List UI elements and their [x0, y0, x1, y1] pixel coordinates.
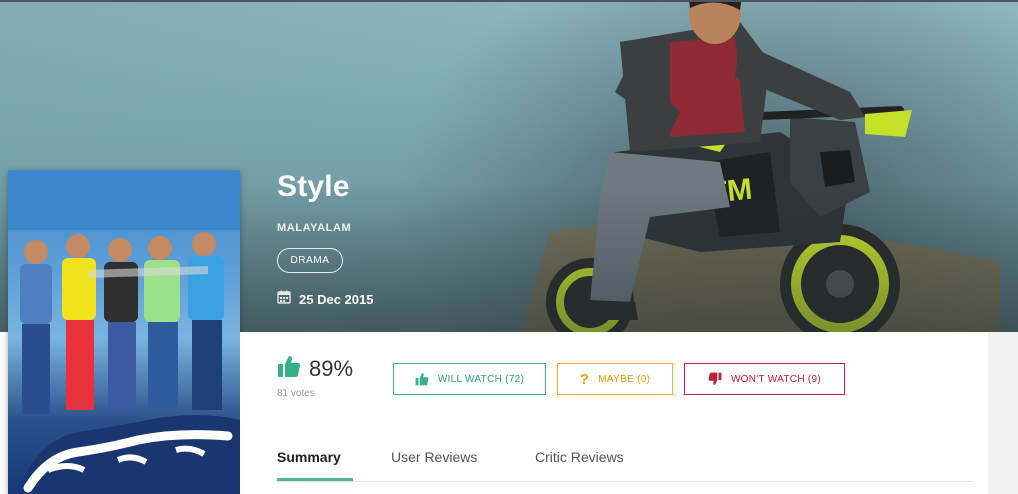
vote-count: 81 votes — [277, 388, 315, 399]
movie-poster — [8, 170, 240, 494]
question-mark-icon: ? — [579, 370, 590, 388]
thumbs-up-icon — [415, 372, 429, 386]
release-date-row: 25 Dec 2015 — [277, 290, 373, 309]
tab-user-reviews[interactable]: User Reviews — [391, 449, 477, 465]
rating-summary: 89% — [277, 354, 353, 383]
maybe-label: MAYBE (0) — [598, 373, 651, 385]
tab-summary[interactable]: Summary — [277, 449, 341, 465]
poster-art — [8, 170, 240, 494]
movie-language: MALAYALAM — [277, 222, 352, 234]
right-gutter — [988, 332, 1018, 494]
will-watch-button[interactable]: WILL WATCH (72) — [393, 363, 546, 395]
active-tab-indicator — [277, 478, 353, 481]
maybe-button[interactable]: ? MAYBE (0) — [557, 363, 673, 395]
movie-title: Style — [277, 170, 350, 203]
tabs-divider — [277, 481, 972, 482]
rating-percentage: 89% — [309, 355, 354, 381]
wont-watch-label: WON'T WATCH (9) — [730, 373, 822, 385]
genre-tag[interactable]: DRAMA — [277, 248, 343, 273]
wont-watch-button[interactable]: WON'T WATCH (9) — [684, 363, 845, 395]
will-watch-label: WILL WATCH (72) — [437, 373, 525, 385]
thumbs-down-icon — [708, 372, 722, 386]
release-date: 25 Dec 2015 — [299, 292, 374, 307]
tab-critic-reviews[interactable]: Critic Reviews — [535, 449, 624, 465]
thumbs-up-icon — [277, 354, 301, 383]
calendar-icon — [277, 290, 291, 309]
